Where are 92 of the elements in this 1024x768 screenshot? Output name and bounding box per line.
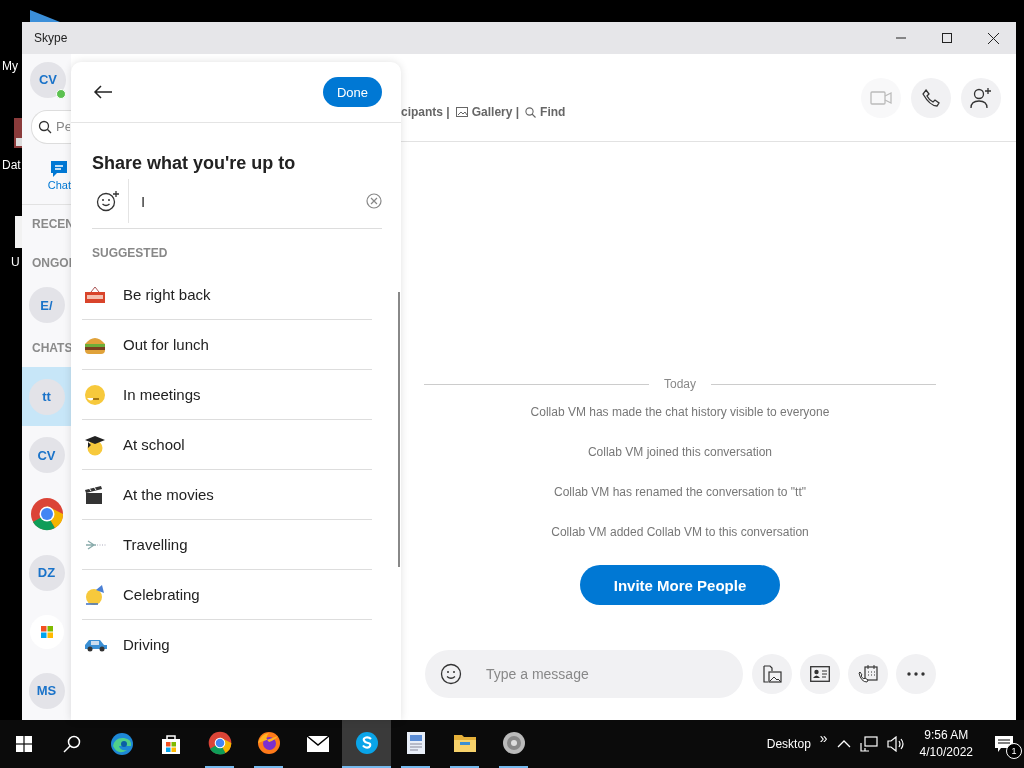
status-suggestion[interactable]: Driving <box>82 620 372 669</box>
status-suggestion[interactable]: Travelling <box>82 520 372 570</box>
window-title: Skype <box>33 31 69 45</box>
clock-date[interactable]: 4/10/2022 <box>919 744 973 761</box>
browser-logo-icon <box>29 497 64 532</box>
contact-avatar: E/ <box>28 287 65 324</box>
graduate-icon <box>84 433 106 456</box>
header-link[interactable]: Find <box>525 105 566 119</box>
document-icon <box>404 731 427 755</box>
chat-list-item[interactable]: DZ <box>22 543 71 603</box>
chat-list-item[interactable]: E/ <box>22 282 71 329</box>
folder-icon <box>452 733 477 753</box>
browser-logo-icon <box>207 731 232 755</box>
tiles-logo-icon <box>29 614 64 649</box>
envelope-icon <box>305 735 330 753</box>
calendar-phone-icon <box>858 664 878 684</box>
search-icon <box>63 735 81 753</box>
panel-title: Share what you're up to <box>92 153 297 174</box>
status-suggestion[interactable]: At the movies <box>82 470 372 520</box>
header-link[interactable]: Gallery | <box>455 105 520 119</box>
clock-time[interactable]: 9:56 AM <box>924 727 969 744</box>
video-camera-icon <box>870 90 892 106</box>
system-message: Collab VM joined this conversation <box>587 444 773 461</box>
contact-card-button[interactable] <box>800 654 840 694</box>
system-message: Collab VM has renamed the conversation to "tt" <box>554 484 806 501</box>
toolbar-overflow-button[interactable]: » <box>819 730 828 746</box>
system-message: Collab VM added Collab VM to this conversation <box>551 524 809 541</box>
done-button[interactable]: Done <box>323 77 382 107</box>
profile-avatar[interactable]: CV <box>30 61 66 98</box>
taskbar-app-button[interactable] <box>342 720 391 768</box>
call-button[interactable] <box>911 78 951 118</box>
media-button[interactable] <box>752 654 792 694</box>
disc-icon <box>501 731 526 755</box>
shopping-bag-icon <box>159 733 182 755</box>
close-icon <box>987 32 999 44</box>
burger-icon <box>84 335 106 354</box>
more-button[interactable] <box>896 654 936 694</box>
fox-globe-icon <box>256 731 281 755</box>
contact-card-icon <box>810 666 830 682</box>
date-divider: Today <box>664 377 696 391</box>
header-link[interactable]: cipants | <box>401 105 450 119</box>
status-suggestion[interactable]: Out for lunch <box>82 320 372 370</box>
desktop-icon-label[interactable]: My <box>2 59 18 73</box>
contact-avatar: MS <box>28 672 65 709</box>
maximize-icon <box>942 33 952 43</box>
add-emoticon-icon[interactable] <box>96 190 120 212</box>
volume-icon[interactable] <box>886 736 905 752</box>
network-icon[interactable] <box>859 736 878 752</box>
desktop-icon-label[interactable]: U <box>11 255 20 269</box>
desktop-toolbar-label[interactable]: Desktop <box>766 737 811 751</box>
schedule-call-button[interactable] <box>848 654 888 694</box>
face-icon <box>84 383 106 406</box>
swirl-icon <box>109 732 134 756</box>
status-suggestion[interactable]: In meetings <box>82 370 372 420</box>
add-person-icon <box>969 87 993 109</box>
contact-avatar: CV <box>28 437 65 474</box>
chat-list-item[interactable]: MS <box>22 661 71 720</box>
nav-tab[interactable]: Chat <box>22 143 71 200</box>
scrollbar[interactable] <box>398 292 400 567</box>
back-button[interactable] <box>93 85 113 99</box>
section-header: ONGOI <box>31 254 71 272</box>
status-suggestion[interactable]: Celebrating <box>82 570 372 620</box>
status-input[interactable]: I <box>141 192 366 210</box>
emoticon-icon[interactable] <box>440 663 462 685</box>
status-suggestion[interactable]: At school <box>82 420 372 470</box>
s-logo-icon <box>354 731 379 755</box>
contact-avatar: DZ <box>28 554 65 591</box>
party-face-icon <box>84 583 106 606</box>
clear-icon[interactable] <box>366 193 382 209</box>
system-message: Collab VM has made the chat history visible to everyone <box>530 404 830 421</box>
notification-count: 1 <box>1006 743 1022 759</box>
chat-list-item[interactable]: CV <box>22 425 71 485</box>
contact-avatar: tt <box>28 378 65 415</box>
section-header: CHATS <box>31 339 71 357</box>
desktop-icon-label[interactable]: Dat <box>2 158 21 172</box>
car-icon <box>84 637 108 652</box>
phone-icon <box>921 88 941 108</box>
more-icon <box>907 672 925 676</box>
search-icon <box>38 119 52 134</box>
add-person-button[interactable] <box>961 78 1001 118</box>
sign-icon <box>84 284 106 305</box>
message-field[interactable]: Type a message <box>484 665 688 683</box>
section-label: SUGGESTED <box>92 246 169 262</box>
chevron-up-icon[interactable] <box>836 740 851 748</box>
gallery-icon <box>455 107 468 117</box>
status-suggestion[interactable]: Be right back <box>82 270 372 320</box>
invite-button[interactable]: Invite More People <box>580 565 780 605</box>
search-icon <box>525 106 537 118</box>
windows-logo-icon <box>16 736 32 752</box>
chat-list-item[interactable]: tt <box>22 367 71 426</box>
file-image-icon <box>762 665 782 683</box>
clapperboard-icon <box>84 484 104 505</box>
